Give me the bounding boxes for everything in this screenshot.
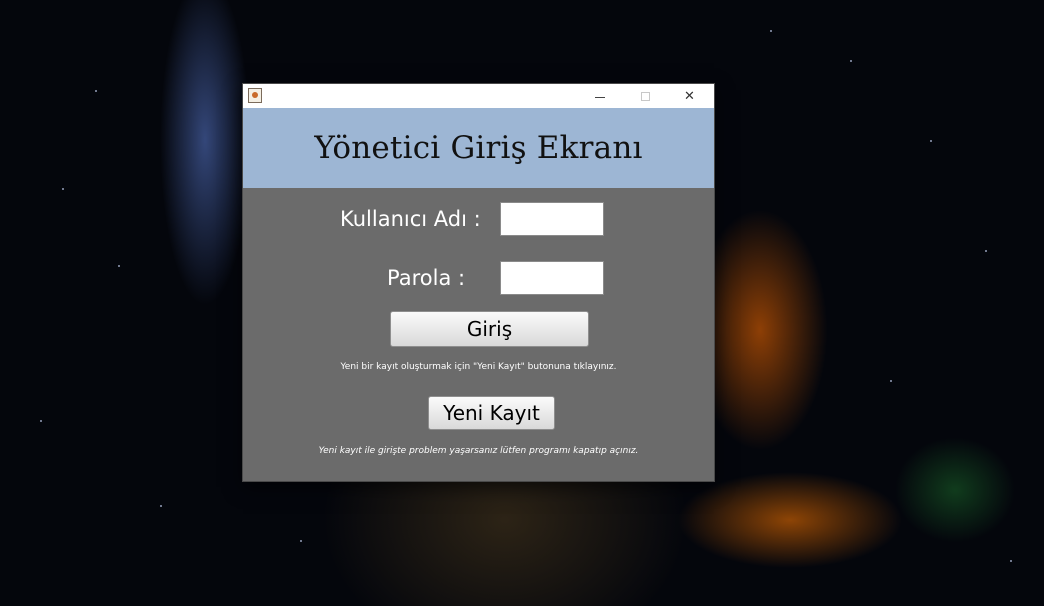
- star: [930, 140, 932, 142]
- username-input[interactable]: [500, 202, 604, 236]
- title-bar[interactable]: ✕: [243, 84, 714, 109]
- maximize-button[interactable]: [623, 84, 668, 108]
- star: [62, 188, 64, 190]
- register-button[interactable]: Yeni Kayıt: [428, 396, 555, 430]
- star: [850, 60, 852, 62]
- java-app-icon[interactable]: [248, 88, 262, 103]
- star: [95, 90, 97, 92]
- password-label: Parola :: [387, 266, 466, 290]
- close-icon: ✕: [684, 88, 695, 104]
- star: [890, 380, 892, 382]
- star: [300, 540, 302, 542]
- password-input[interactable]: [500, 261, 604, 295]
- page-title: Yönetici Giriş Ekranı: [314, 130, 643, 166]
- minimize-button[interactable]: [577, 84, 622, 108]
- star: [1010, 560, 1012, 562]
- login-button[interactable]: Giriş: [390, 311, 589, 347]
- close-button[interactable]: ✕: [667, 84, 712, 108]
- star: [770, 30, 772, 32]
- minimize-icon: [594, 96, 605, 98]
- login-window: ✕ Yönetici Giriş Ekranı Kullanıcı Adı : …: [243, 84, 714, 481]
- star: [985, 250, 987, 252]
- star: [118, 265, 120, 267]
- register-hint: Yeni bir kayıt oluşturmak için "Yeni Kay…: [340, 362, 617, 372]
- header-banner: Yönetici Giriş Ekranı: [243, 108, 714, 188]
- star: [40, 420, 42, 422]
- username-label: Kullanıcı Adı :: [340, 207, 481, 231]
- problem-hint: Yeni kayıt ile girişte problem yaşarsanı…: [318, 446, 639, 456]
- star: [160, 505, 162, 507]
- maximize-icon: [641, 91, 650, 101]
